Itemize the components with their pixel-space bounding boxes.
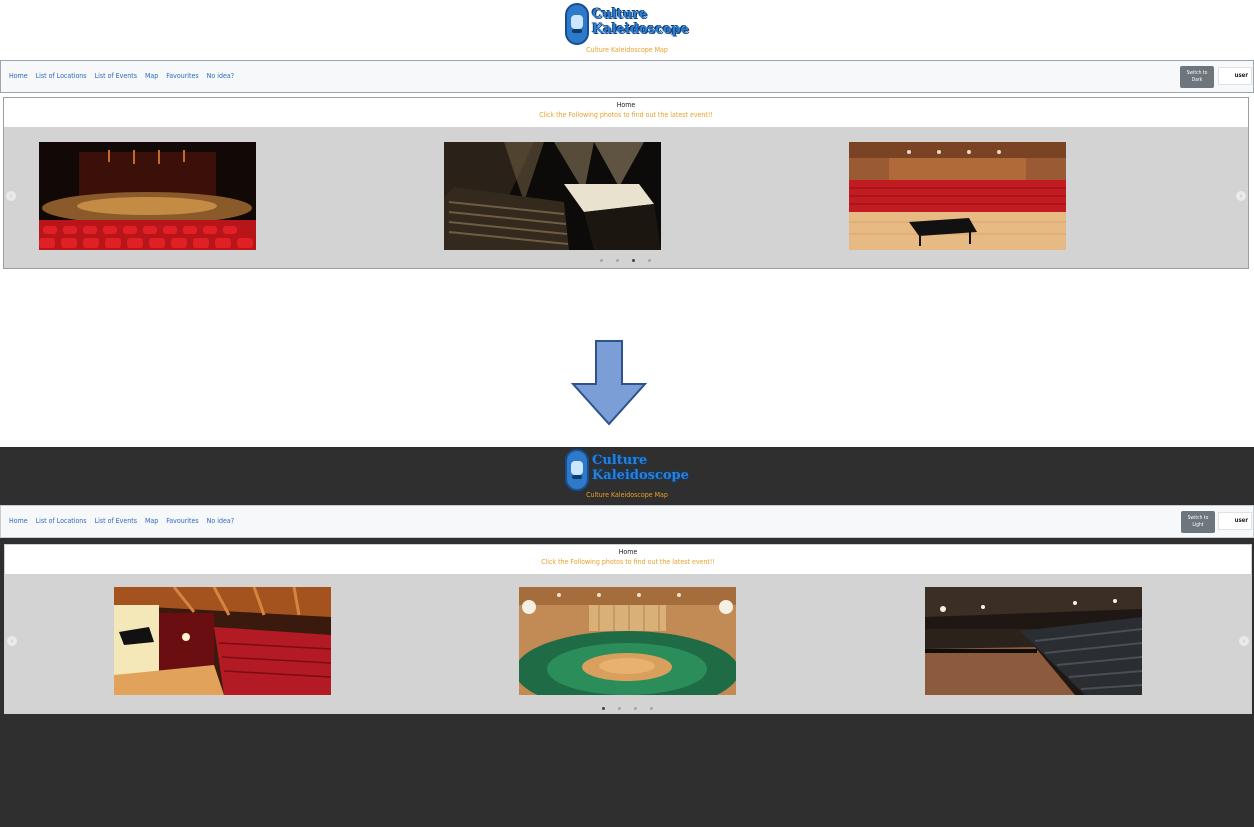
carousel-prev-icon[interactable]: ‹ xyxy=(6,191,16,201)
dark-mode-view: Culture Kaleidoscope Culture Kaleidoscop… xyxy=(0,447,1254,827)
carousel-slide-recital-hall[interactable] xyxy=(849,142,1066,250)
switch-button-line-2: Light xyxy=(1192,522,1204,528)
carousel-indicators xyxy=(600,259,651,262)
carousel-dot-2[interactable] xyxy=(618,707,621,710)
logo-line-1: Culture xyxy=(592,7,648,22)
venue-photo xyxy=(444,142,661,250)
logo[interactable]: Culture Kaleidoscope xyxy=(565,449,691,491)
carousel-slide-theatre-stage[interactable] xyxy=(114,587,331,695)
carousel-dot-4[interactable] xyxy=(648,259,651,262)
nav-home[interactable]: Home xyxy=(9,517,28,525)
event-carousel: ‹ › xyxy=(4,127,1248,268)
light-mode-view: Culture Kaleidoscope Culture Kaleidoscop… xyxy=(0,0,1254,300)
navbar: Home List of Locations List of Events Ma… xyxy=(0,505,1254,538)
carousel-dot-2[interactable] xyxy=(616,259,619,262)
home-card: Home Click the Following photos to find … xyxy=(4,544,1252,714)
nav-favourites[interactable]: Favourites xyxy=(166,72,198,80)
venue-photo xyxy=(849,142,1066,250)
nav-home[interactable]: Home xyxy=(9,72,28,80)
navbar: Home List of Locations List of Events Ma… xyxy=(0,60,1254,93)
header: Culture Kaleidoscope Culture Kaleidoscop… xyxy=(0,0,1254,58)
user-menu[interactable]: user xyxy=(1218,67,1252,85)
switch-button-line-2: Dark xyxy=(1191,77,1203,83)
carousel-dot-4[interactable] xyxy=(650,707,653,710)
carousel-next-icon[interactable]: › xyxy=(1236,191,1246,201)
carousel-slide-studio-theatre[interactable] xyxy=(925,587,1142,695)
home-card: Home Click the Following photos to find … xyxy=(3,97,1249,269)
kaleidoscope-icon xyxy=(565,3,589,45)
carousel-slide-concert-hall-round[interactable] xyxy=(519,587,736,695)
header: Culture Kaleidoscope Culture Kaleidoscop… xyxy=(0,447,1254,505)
down-arrow-icon xyxy=(570,340,648,426)
carousel-slide-concert-hall[interactable] xyxy=(39,142,256,250)
nav-list-of-locations[interactable]: List of Locations xyxy=(36,72,87,80)
page-title: Home xyxy=(616,101,636,109)
event-carousel: ‹ › xyxy=(5,574,1251,713)
card-header: Home Click the Following photos to find … xyxy=(4,98,1248,127)
page-title: Home xyxy=(618,548,638,556)
logo-text: Culture Kaleidoscope xyxy=(592,453,689,483)
nav-map[interactable]: Map xyxy=(145,72,158,80)
venue-photo xyxy=(925,587,1142,695)
carousel-indicators xyxy=(602,707,653,710)
logo-line-2: Kaleidoscope xyxy=(592,468,689,483)
venue-photo xyxy=(114,587,331,695)
carousel-dot-1[interactable] xyxy=(602,707,605,710)
nav-no-idea[interactable]: No idea? xyxy=(207,517,234,525)
nav-no-idea[interactable]: No idea? xyxy=(207,72,234,80)
switch-button-line-1: Switch to xyxy=(1187,515,1209,521)
nav-favourites[interactable]: Favourites xyxy=(166,517,198,525)
carousel-dot-1[interactable] xyxy=(600,259,603,262)
carousel-slide-black-box-theatre[interactable] xyxy=(444,142,661,250)
carousel-next-icon[interactable]: › xyxy=(1239,636,1249,646)
logo-line-1: Culture xyxy=(592,453,648,468)
carousel-dot-3[interactable] xyxy=(634,707,637,710)
nav-list-of-locations[interactable]: List of Locations xyxy=(36,517,87,525)
nav-list-of-events[interactable]: List of Events xyxy=(95,72,137,80)
carousel-hint: Click the Following photos to find out t… xyxy=(539,111,713,119)
logo-line-2: Kaleidoscope xyxy=(592,22,689,37)
user-menu[interactable]: user xyxy=(1218,512,1252,530)
kaleidoscope-icon xyxy=(565,449,589,491)
nav-list-of-events[interactable]: List of Events xyxy=(95,517,137,525)
logo[interactable]: Culture Kaleidoscope xyxy=(565,3,691,45)
nav-links: Home List of Locations List of Events Ma… xyxy=(9,517,234,525)
switch-theme-button[interactable]: Switch to Light xyxy=(1181,511,1215,533)
card-header: Home Click the Following photos to find … xyxy=(5,545,1251,574)
site-subtitle: Culture Kaleidoscope Map xyxy=(586,491,668,499)
carousel-prev-icon[interactable]: ‹ xyxy=(7,636,17,646)
nav-map[interactable]: Map xyxy=(145,517,158,525)
switch-button-line-1: Switch to xyxy=(1186,70,1208,76)
site-subtitle: Culture Kaleidoscope Map xyxy=(586,46,668,54)
carousel-dot-3[interactable] xyxy=(632,259,635,262)
switch-theme-button[interactable]: Switch to Dark xyxy=(1180,66,1214,88)
venue-photo xyxy=(39,142,256,250)
nav-links: Home List of Locations List of Events Ma… xyxy=(9,72,234,80)
venue-photo xyxy=(519,587,736,695)
logo-text: Culture Kaleidoscope xyxy=(592,7,689,37)
carousel-hint: Click the Following photos to find out t… xyxy=(541,558,715,566)
